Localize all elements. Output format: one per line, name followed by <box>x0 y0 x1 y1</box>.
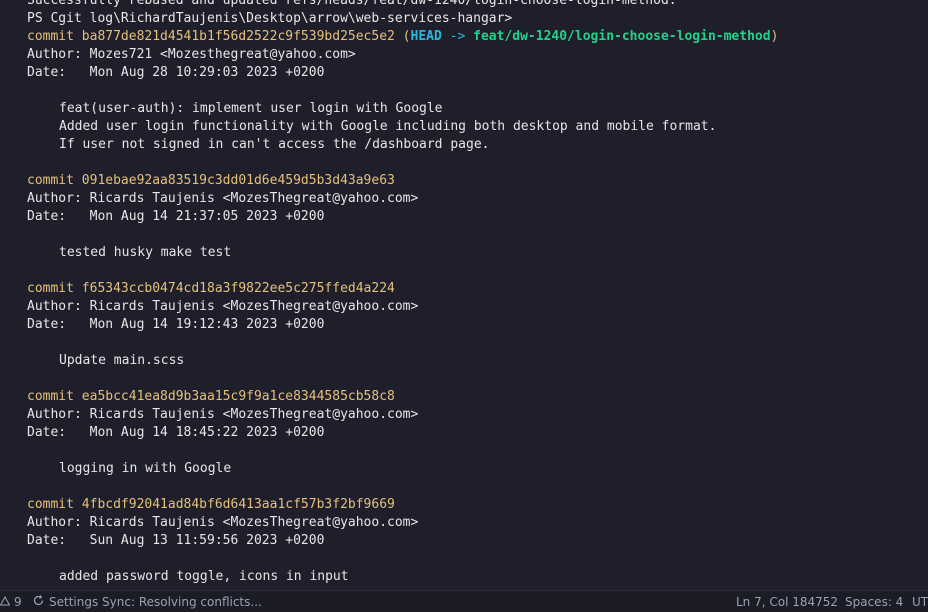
terminal-commit-line: commit ba877de821d4541b1f56d2522c9f539bd… <box>0 28 928 46</box>
terminal-commit-message: tested husky make test <box>0 244 928 262</box>
commit-message-text: feat(user-auth): implement user login wi… <box>59 101 443 116</box>
terminal-commit-message: logging in with Google <box>0 460 928 478</box>
terminal-commit-line: commit ea5bcc41ea8d9b3aa15c9f9a1ce834458… <box>0 388 928 406</box>
commit-message-text: If user not signed in can't access the /… <box>59 137 490 152</box>
terminal-line-text: PS Cgit log\RichardTaujenis\Desktop\arro… <box>27 11 513 26</box>
terminal-commit-message: Update main.scss <box>0 352 928 370</box>
indentation-selector[interactable]: Spaces: 4 <box>845 595 903 609</box>
sync-icon <box>32 594 45 610</box>
indentation-text: Spaces: 4 <box>845 594 904 609</box>
terminal-line: Date: Sun Aug 13 11:59:56 2023 +0200 <box>0 532 928 550</box>
commit-message-text: logging in with Google <box>59 461 232 476</box>
ref-open-paren: ( <box>394 29 411 44</box>
terminal-line: Date: Mon Aug 28 10:29:03 2023 +0200 <box>0 64 928 82</box>
terminal-line: Author: Ricards Taujenis <MozesThegreat@… <box>0 190 928 208</box>
terminal-line: Date: Mon Aug 14 18:45:22 2023 +0200 <box>0 424 928 442</box>
branch-ref: feat/dw-1240/login-choose-login-method <box>473 29 771 44</box>
commit-hash: commit 4fbcdf92041ad84bf6d6413aa1cf57b3f… <box>27 497 395 512</box>
terminal-commit-line: commit 4fbcdf92041ad84bf6d6413aa1cf57b3f… <box>0 496 928 514</box>
terminal-line: Date: Mon Aug 14 21:37:05 2023 +0200 <box>0 208 928 226</box>
terminal-line-text: Successfully rebased and updated refs/he… <box>27 0 677 8</box>
terminal-line-text: Date: Sun Aug 13 11:59:56 2023 +0200 <box>27 533 325 548</box>
warning-icon <box>0 595 11 609</box>
commit-message-text: Added user login functionality with Goog… <box>59 119 717 134</box>
commit-hash: commit 091ebae92aa83519c3dd01d6e459d5b3d… <box>27 173 395 188</box>
commit-message-text: added password toggle, icons in input <box>59 569 349 584</box>
terminal-line: Author: Ricards Taujenis <MozesThegreat@… <box>0 406 928 424</box>
terminal-line-text: Date: Mon Aug 14 18:45:22 2023 +0200 <box>27 425 325 440</box>
terminal-line-text: Author: Mozes721 <Mozesthegreat@yahoo.co… <box>27 47 356 62</box>
commit-hash: commit ea5bcc41ea8d9b3aa15c9f9a1ce834458… <box>27 389 395 404</box>
cursor-position[interactable]: Ln 7, Col 184752 <box>736 595 838 609</box>
encoding-selector[interactable]: UT <box>912 595 928 609</box>
terminal-line-text: Author: Ricards Taujenis <MozesThegreat@… <box>27 299 419 314</box>
settings-sync-status[interactable]: Settings Sync: Resolving conflicts... <box>32 594 262 610</box>
commit-message-text: Update main.scss <box>59 353 185 368</box>
terminal-line: Date: Mon Aug 14 19:12:43 2023 +0200 <box>0 316 928 334</box>
terminal-commit-message: Added user login functionality with Goog… <box>0 118 928 136</box>
problems-count: 9 <box>14 594 22 609</box>
commit-hash: commit ba877de821d4541b1f56d2522c9f539bd… <box>27 29 395 44</box>
head-ref: HEAD <box>410 29 442 44</box>
terminal-line: Author: Mozes721 <Mozesthegreat@yahoo.co… <box>0 46 928 64</box>
terminal-line: Author: Ricards Taujenis <MozesThegreat@… <box>0 298 928 316</box>
terminal-line-text: Author: Ricards Taujenis <MozesThegreat@… <box>27 407 419 422</box>
terminal-line-text: Author: Ricards Taujenis <MozesThegreat@… <box>27 515 419 530</box>
commit-hash: commit f65343ccb0474cd18a3f9822ee5c275ff… <box>27 281 395 296</box>
terminal-line-text: Author: Ricards Taujenis <MozesThegreat@… <box>27 191 419 206</box>
problems-indicator[interactable]: 9 <box>0 595 22 609</box>
encoding-text: UT <box>912 594 928 609</box>
terminal-line: Successfully rebased and updated refs/he… <box>0 0 928 10</box>
terminal-line-text: Date: Mon Aug 28 10:29:03 2023 +0200 <box>27 65 325 80</box>
ref-close-paren: ) <box>770 29 779 44</box>
terminal-commit-line: commit 091ebae92aa83519c3dd01d6e459d5b3d… <box>0 172 928 190</box>
commit-message-text: tested husky make test <box>59 245 232 260</box>
terminal-commit-line: commit f65343ccb0474cd18a3f9822ee5c275ff… <box>0 280 928 298</box>
status-bar: 9 Settings Sync: Resolving conflicts... … <box>0 590 928 612</box>
terminal-commit-message: added password toggle, icons in input <box>0 568 928 586</box>
terminal-commit-message: feat(user-auth): implement user login wi… <box>0 100 928 118</box>
terminal-commit-message: If user not signed in can't access the /… <box>0 136 928 154</box>
terminal-line: PS Cgit log\RichardTaujenis\Desktop\arro… <box>0 10 928 28</box>
cursor-position-text: Ln 7, Col 184752 <box>736 594 839 609</box>
terminal-panel[interactable]: Successfully rebased and updated refs/he… <box>0 0 928 590</box>
terminal-line-text: Date: Mon Aug 14 21:37:05 2023 +0200 <box>27 209 325 224</box>
ref-arrow: -> <box>441 29 474 44</box>
vscode-window: Successfully rebased and updated refs/he… <box>0 0 928 612</box>
settings-sync-text: Settings Sync: Resolving conflicts... <box>49 594 262 609</box>
terminal-line-text: Date: Mon Aug 14 19:12:43 2023 +0200 <box>27 317 325 332</box>
terminal-line: Author: Ricards Taujenis <MozesThegreat@… <box>0 514 928 532</box>
